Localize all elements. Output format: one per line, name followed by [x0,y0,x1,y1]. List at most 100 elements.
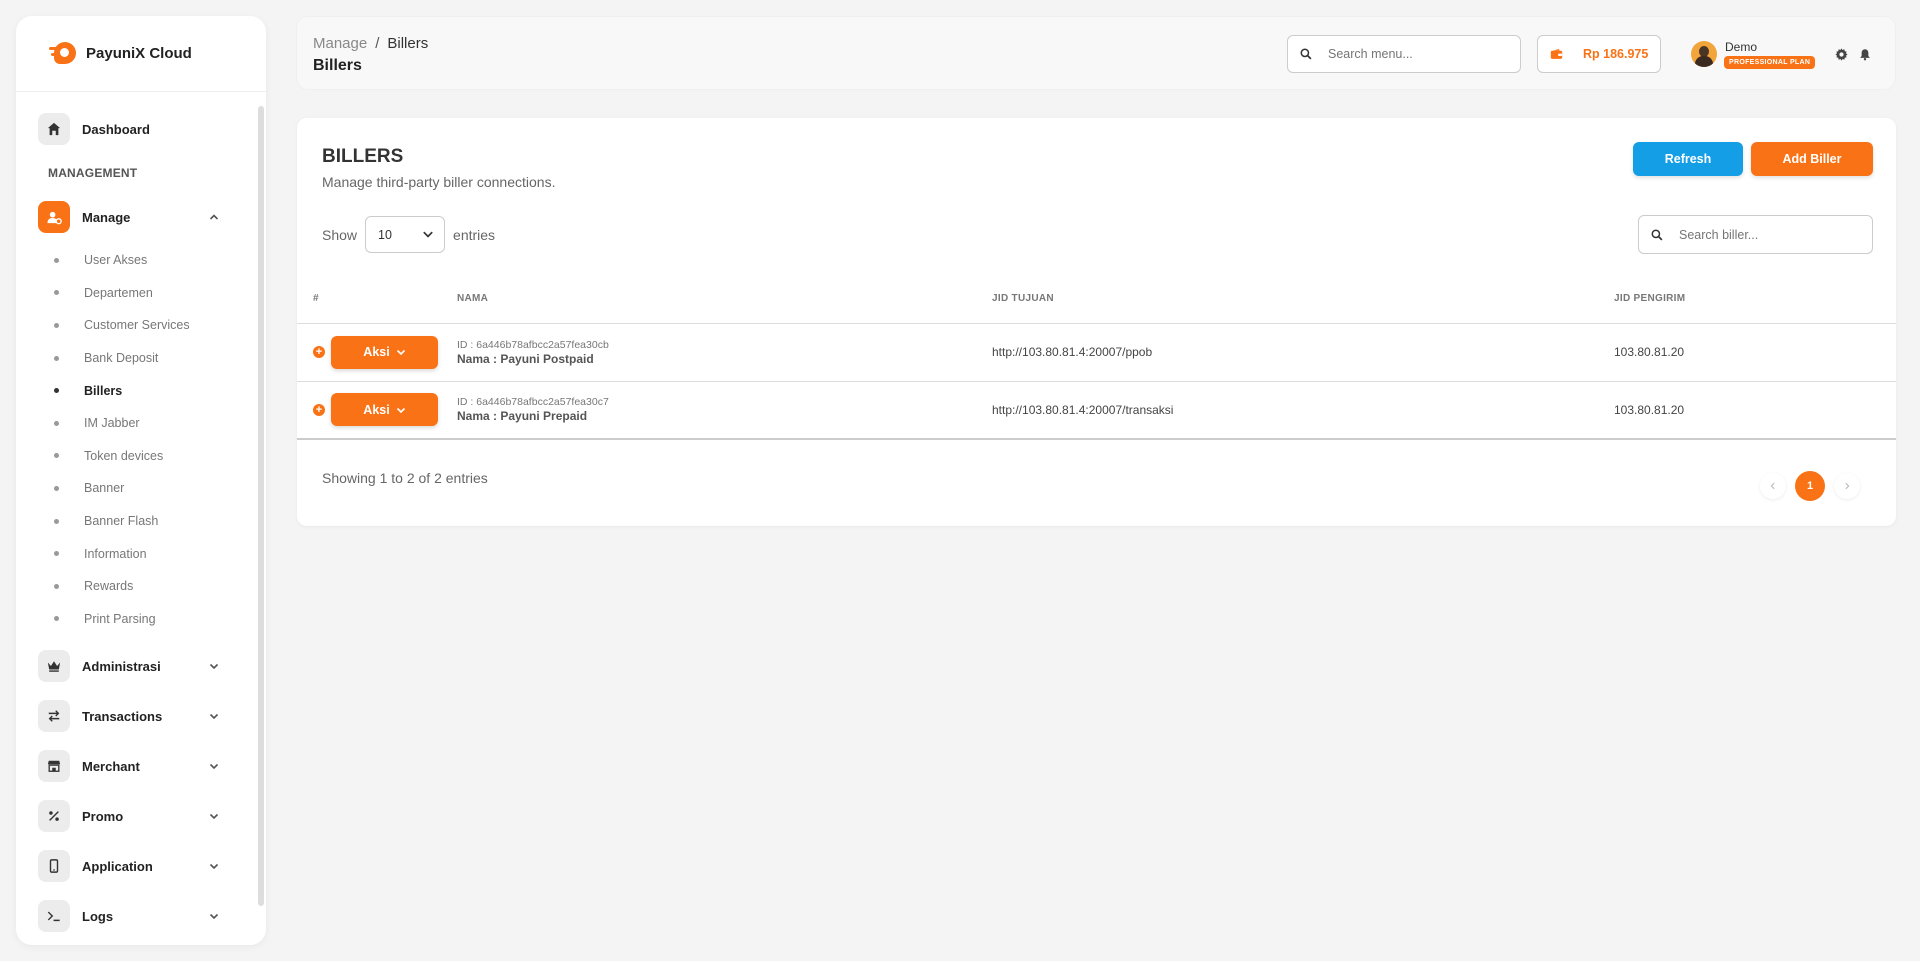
manage-submenu: User Akses Departemen Customer Services … [16,242,266,641]
balance-amount: Rp 186.975 [1583,47,1649,61]
expand-row-icon[interactable]: + [313,346,325,358]
sidebar-subitem-departemen[interactable]: Departemen [16,277,266,310]
subitem-label: User Akses [84,253,148,268]
section-title-management: MANAGEMENT [48,166,138,180]
sidebar-item-label: Promo [82,808,124,824]
sidebar-subitem-information[interactable]: Information [16,537,266,570]
add-biller-button[interactable]: Add Biller [1751,142,1873,176]
chevron-down-icon [422,228,434,243]
refresh-button[interactable]: Refresh [1633,142,1743,176]
avatar[interactable] [1691,41,1717,67]
biller-name: Nama : Payuni Prepaid [457,409,588,424]
bullet-icon [54,518,59,524]
bullet-icon [54,551,59,557]
bullet-icon [54,583,59,589]
chevron-down-icon [396,347,406,357]
sidebar-subitem-rewards[interactable]: Rewards [16,570,266,603]
sidebar-subitem-im-jabber[interactable]: IM Jabber [16,407,266,440]
search-menu-input[interactable] [1328,47,1520,61]
table-header-row: # NAMA JID TUJUAN JID PENGIRIM [297,275,1896,324]
billers-table: # NAMA JID TUJUAN JID PENGIRIM + Aksi ID … [297,275,1896,440]
sidebar-subitem-billers[interactable]: Billers [16,374,266,407]
terminal-icon [38,900,70,933]
sidebar-subitem-user-akses[interactable]: User Akses [16,244,266,277]
bullet-icon [54,616,59,622]
breadcrumb-parent[interactable]: Manage [313,35,367,52]
sidebar-subitem-banner[interactable]: Banner [16,472,266,505]
sidebar-item-administrasi[interactable]: Administrasi [16,641,266,691]
sidebar-item-merchant[interactable]: Merchant [16,741,266,791]
show-label: Show [322,226,358,243]
action-cell: + Aksi [297,381,457,440]
subitem-label: Banner [84,481,125,496]
chevron-down-icon [208,910,220,922]
column-header-number[interactable]: # [297,275,457,324]
chevron-down-icon [208,760,220,772]
subitem-label: Banner Flash [84,514,159,529]
sidebar-item-manage[interactable]: Manage [16,192,266,242]
sidebar-item-promo[interactable]: Promo [16,791,266,841]
sidebar-item-partial[interactable] [16,941,266,945]
subitem-label: Customer Services [84,318,190,333]
sidebar-subitem-print-parsing[interactable]: Print Parsing [16,603,266,636]
sidebar-item-label: Logs [82,908,114,924]
entries-select[interactable]: 10 [365,216,446,253]
card-title: BILLERS [322,146,404,167]
action-cell: + Aksi [297,323,457,382]
breadcrumb-current: Billers [387,35,429,52]
search-menu-box[interactable] [1287,35,1521,73]
sidebar-item-label: Manage [82,209,131,225]
bullet-icon [54,388,59,394]
chevron-down-icon [208,810,220,822]
sidebar-item-logs[interactable]: Logs [16,891,266,941]
wallet-icon [1550,48,1563,60]
sidebar-subitem-customer-services[interactable]: Customer Services [16,309,266,342]
column-header-jid-pengirim[interactable]: JID PENGIRIM [1614,275,1896,324]
subitem-label: Print Parsing [84,611,156,626]
top-header: Manage / Billers Billers Rp 186.975 Demo P… [296,16,1896,90]
brand-name: PayuniX Cloud [86,45,192,62]
breadcrumb: Manage / Billers [313,35,428,52]
bullet-icon [54,355,59,361]
sidebar-subitem-bank-deposit[interactable]: Bank Deposit [16,342,266,375]
sidebar-item-label: Dashboard [82,121,150,137]
sidebar-scrollbar[interactable] [258,106,264,906]
showing-info: Showing 1 to 2 of 2 entries [322,470,488,486]
plan-badge: PROFESSIONAL PLAN [1724,56,1816,69]
chevron-down-icon [396,405,406,415]
column-header-nama[interactable]: NAMA [457,275,992,324]
subitem-label: Departemen [84,285,153,300]
crown-icon [38,650,70,683]
nama-cell: ID : 6a446b78afbcc2a57fea30c7 Nama : Pay… [457,381,992,440]
sidebar-item-application[interactable]: Application [16,841,266,891]
page-title: Billers [313,57,362,74]
aksi-dropdown-button[interactable]: Aksi [331,335,438,369]
aksi-label: Aksi [363,402,390,417]
page-1-button[interactable]: 1 [1795,471,1825,501]
bell-icon[interactable] [1858,47,1872,61]
balance-button[interactable]: Rp 186.975 [1537,35,1661,73]
subitem-label: Billers [84,383,123,398]
transfer-icon [38,700,70,733]
jid-pengirim-cell: 103.80.81.20 [1614,381,1896,440]
chevron-down-icon [208,860,220,872]
prev-page-button[interactable] [1760,473,1786,499]
search-biller-input[interactable] [1679,227,1872,242]
subitem-label: Token devices [84,448,164,463]
sidebar-item-transactions[interactable]: Transactions [16,691,266,741]
gear-icon[interactable] [1834,47,1848,61]
subitem-label: IM Jabber [84,416,140,431]
expand-row-icon[interactable]: + [313,403,325,416]
sidebar-subitem-banner-flash[interactable]: Banner Flash [16,505,266,538]
brand[interactable]: PayuniX Cloud [16,16,266,92]
billers-card: BILLERS Manage third-party biller connec… [297,118,1896,526]
search-biller-box[interactable] [1638,215,1873,254]
entries-control: Show 10 entries [322,216,495,253]
column-header-jid-tujuan[interactable]: JID TUJUAN [992,275,1614,324]
sidebar-subitem-token-devices[interactable]: Token devices [16,440,266,473]
aksi-dropdown-button[interactable]: Aksi [331,393,438,427]
user-name: Demo [1725,40,1758,54]
sidebar-item-dashboard[interactable]: Dashboard [16,104,266,154]
next-page-button[interactable] [1834,473,1860,499]
jid-tujuan-cell: http://103.80.81.4:20007/ppob [992,323,1614,382]
